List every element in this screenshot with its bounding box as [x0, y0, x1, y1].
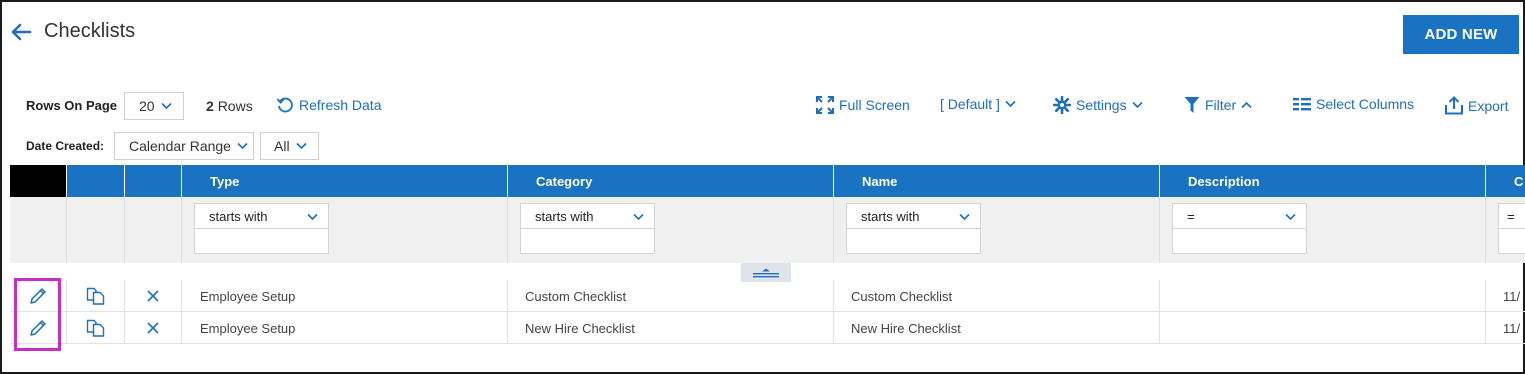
row-count-value: 2	[206, 98, 214, 114]
grid-filter-row: starts with starts with starts with = =	[10, 197, 1525, 263]
header-description[interactable]: Description	[1160, 165, 1486, 197]
filter-type-operator-value: starts with	[209, 208, 268, 224]
cell-created: 11/	[1503, 288, 1521, 304]
filter-type-input[interactable]	[194, 228, 329, 254]
filter-name-operator-value: starts with	[861, 208, 920, 224]
grid-header: Type Category Name Description C	[10, 165, 1525, 197]
delete-cell	[125, 312, 182, 344]
view-label: [ Default ]	[940, 96, 1000, 112]
cell-type: Employee Setup	[182, 280, 508, 312]
table-row: Employee Setup Custom Checklist Custom C…	[10, 280, 1525, 312]
copy-cell	[67, 280, 125, 312]
chevron-down-icon	[959, 213, 970, 221]
delete-cell	[125, 280, 182, 312]
filter-created-operator[interactable]: =	[1498, 203, 1525, 229]
chevron-down-icon	[161, 102, 172, 110]
filter-name-operator[interactable]: starts with	[846, 203, 981, 229]
copy-cell	[67, 312, 125, 344]
filter-created: =	[1486, 197, 1525, 263]
cell-category: Custom Checklist	[508, 280, 834, 312]
filter-blank	[10, 197, 67, 263]
filter-type: starts with	[182, 197, 508, 263]
fullscreen-icon	[816, 96, 834, 114]
gear-icon	[1053, 96, 1071, 114]
settings-label: Settings	[1076, 97, 1127, 113]
rows-on-page-label: Rows On Page	[26, 98, 118, 113]
copy-icon[interactable]	[86, 319, 106, 337]
columns-icon	[1293, 98, 1311, 111]
export-icon	[1445, 96, 1463, 115]
chevron-down-icon	[1132, 101, 1143, 109]
table-row: Employee Setup New Hire Checklist New Hi…	[10, 312, 1525, 344]
rows-on-page-value: 20	[139, 98, 155, 114]
filter-category: starts with	[508, 197, 834, 263]
full-screen-label: Full Screen	[839, 97, 910, 113]
date-range-value: Calendar Range	[129, 138, 231, 154]
page-title: Checklists	[44, 20, 136, 42]
cell-description	[1160, 280, 1486, 312]
chevron-down-icon	[633, 213, 644, 221]
filter-category-operator-value: starts with	[535, 208, 594, 224]
header-category[interactable]: Category	[508, 165, 834, 197]
full-screen-button[interactable]: Full Screen	[816, 96, 910, 114]
select-columns-label: Select Columns	[1316, 96, 1415, 112]
filter-description-input[interactable]	[1172, 228, 1307, 254]
filter-category-operator[interactable]: starts with	[520, 203, 655, 229]
cell-name: Custom Checklist	[834, 280, 1160, 312]
filter-name-input[interactable]	[846, 228, 981, 254]
back-arrow-icon[interactable]	[10, 22, 32, 42]
filter-button[interactable]: Filter	[1184, 96, 1252, 114]
export-button[interactable]: Export	[1445, 96, 1508, 115]
filter-description-operator[interactable]: =	[1172, 203, 1307, 229]
view-select[interactable]: [ Default ]	[940, 96, 1016, 112]
filter-description: =	[1160, 197, 1486, 263]
select-columns-button[interactable]: Select Columns	[1293, 96, 1414, 112]
cell-type: Employee Setup	[182, 312, 508, 344]
chevron-down-icon	[1285, 213, 1296, 221]
chevron-up-icon	[1241, 101, 1252, 109]
filter-description-operator-value: =	[1187, 208, 1195, 224]
row-count-label: Rows	[217, 98, 253, 114]
header-copy-column	[67, 165, 125, 197]
settings-button[interactable]: Settings	[1053, 96, 1143, 114]
cell-category: New Hire Checklist	[508, 312, 834, 344]
filter-name: starts with	[834, 197, 1160, 263]
header-created[interactable]: C	[1486, 165, 1525, 197]
chevron-down-icon	[1005, 100, 1016, 108]
edit-icons-highlight	[14, 278, 61, 351]
filter-type-operator[interactable]: starts with	[194, 203, 329, 229]
date-range-select[interactable]: Calendar Range	[114, 132, 254, 160]
date-created-label: Date Created:	[26, 139, 105, 153]
filter-label: Filter	[1205, 97, 1237, 113]
add-new-button[interactable]: ADD NEW	[1403, 15, 1519, 54]
refresh-data-label: Refresh Data	[299, 97, 382, 113]
filter-category-input[interactable]	[520, 228, 655, 254]
rows-on-page-select[interactable]: 20	[124, 92, 184, 120]
filter-icon	[1184, 97, 1200, 113]
header-name[interactable]: Name	[834, 165, 1160, 197]
refresh-data-button[interactable]: Refresh Data	[276, 96, 381, 114]
header-delete-column	[125, 165, 182, 197]
header-type[interactable]: Type	[182, 165, 508, 197]
export-label: Export	[1468, 97, 1509, 114]
cell-name: New Hire Checklist	[834, 312, 1160, 344]
delete-icon[interactable]	[147, 290, 159, 302]
chevron-down-icon	[307, 213, 318, 221]
header-select-all[interactable]	[10, 165, 67, 197]
filter-blank	[67, 197, 125, 263]
row-count: 2 Rows	[206, 98, 253, 114]
collapse-up-icon	[753, 268, 779, 277]
cell-description	[1160, 312, 1486, 344]
filter-created-operator-value: =	[1507, 208, 1515, 224]
date-all-value: All	[274, 138, 290, 154]
chevron-down-icon	[295, 142, 307, 150]
filter-created-input[interactable]	[1498, 228, 1525, 254]
date-all-select[interactable]: All	[260, 132, 319, 160]
copy-icon[interactable]	[86, 287, 106, 305]
chevron-down-icon	[237, 142, 248, 150]
filter-blank	[125, 197, 182, 263]
delete-icon[interactable]	[147, 322, 159, 334]
cell-created: 11/	[1503, 320, 1521, 336]
refresh-icon	[276, 97, 293, 113]
